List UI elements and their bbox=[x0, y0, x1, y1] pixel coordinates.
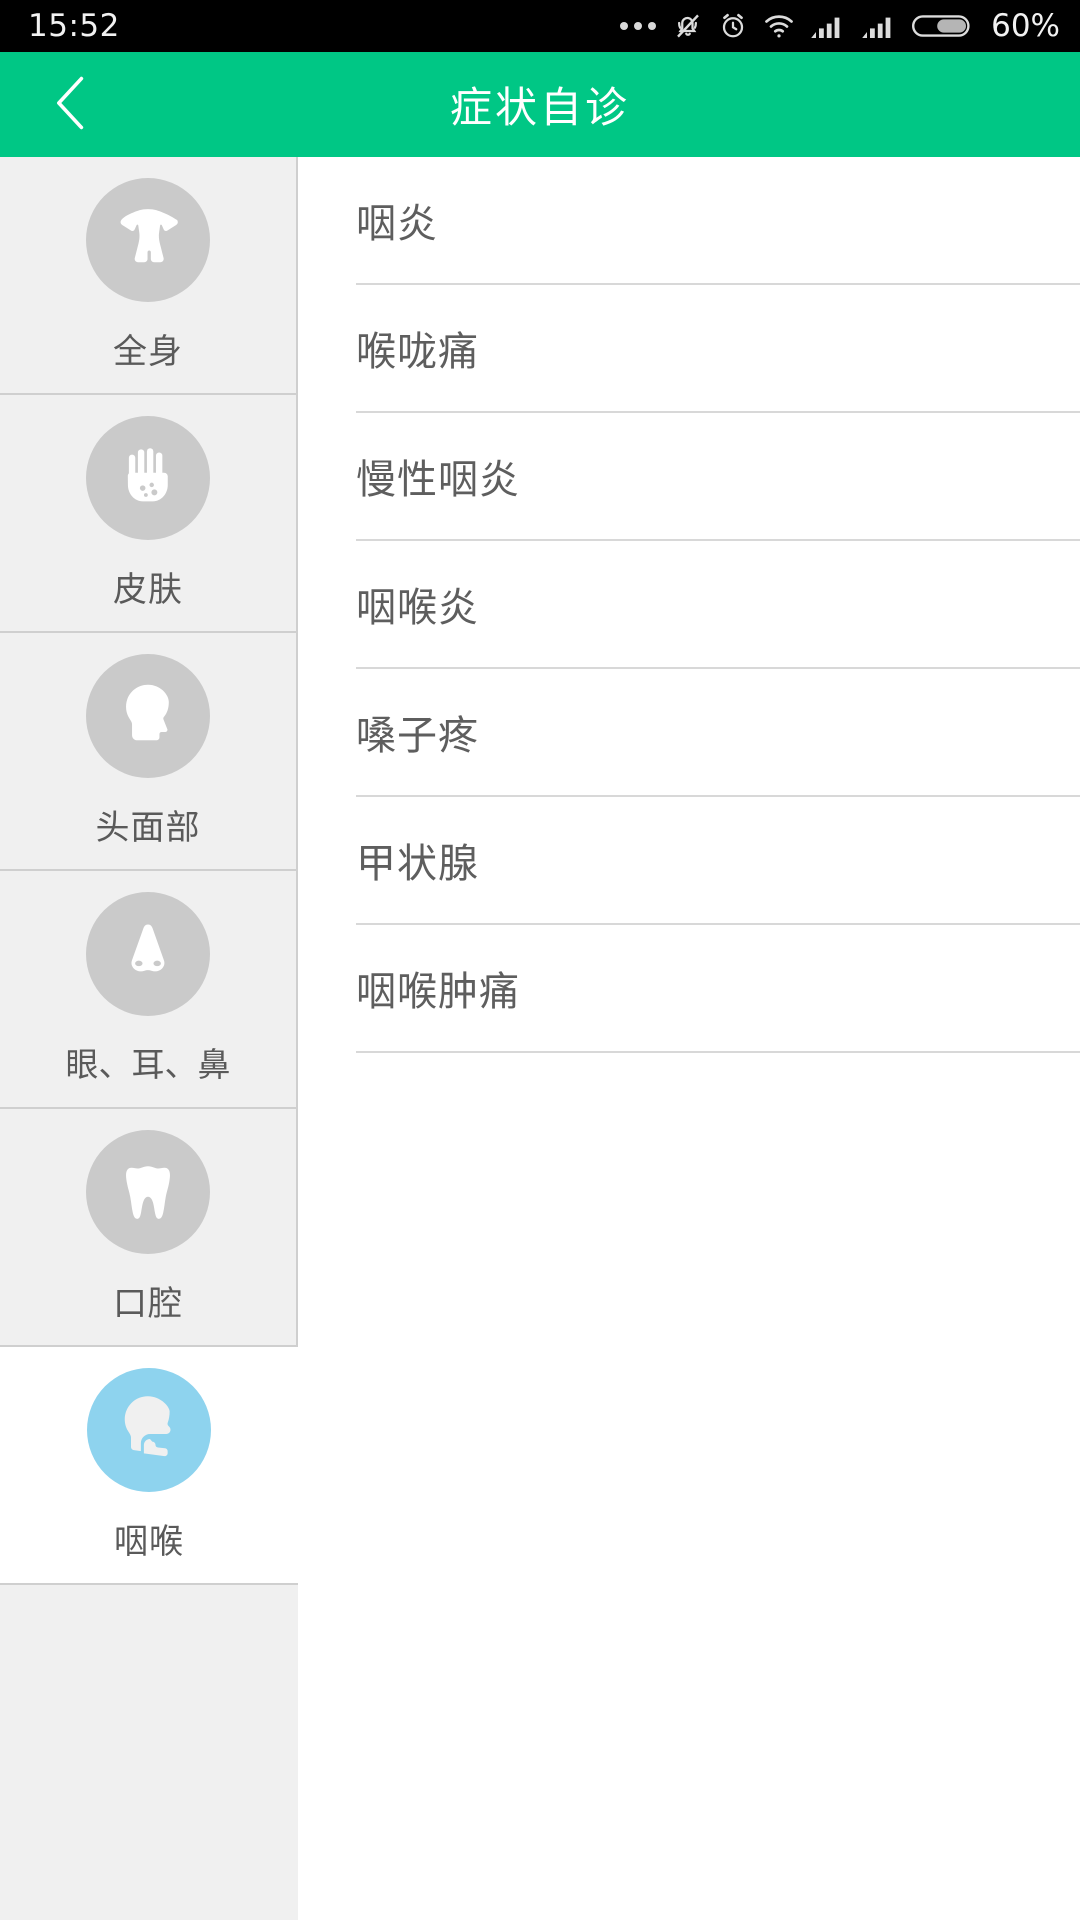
list-item-label: 咽炎 bbox=[356, 201, 438, 247]
page-title: 症状自诊 bbox=[449, 83, 630, 132]
signal-bars-icon bbox=[861, 11, 897, 41]
list-item-label: 甲状腺 bbox=[356, 841, 479, 887]
back-button[interactable] bbox=[26, 52, 118, 157]
sidebar-item-throat[interactable]: 咽喉 bbox=[0, 1347, 298, 1585]
app-root: 15:52 60% 症状自诊 全身 皮肤 头面部 眼、耳、鼻 口腔 咽喉 咽炎 … bbox=[0, 0, 1080, 1920]
list-item-label: 咽喉炎 bbox=[356, 585, 479, 631]
list-item-label: 嗓子疼 bbox=[356, 713, 479, 759]
list-item[interactable]: 甲状腺 bbox=[356, 797, 1080, 925]
battery-percent-label: 60% bbox=[991, 8, 1060, 44]
list-item-label: 慢性咽炎 bbox=[356, 457, 520, 503]
sidebar-item-label: 全身 bbox=[113, 331, 183, 372]
tooth-icon bbox=[86, 1129, 210, 1254]
content-area: 全身 皮肤 头面部 眼、耳、鼻 口腔 咽喉 咽炎 喉咙痛 慢性咽炎 咽喉炎 嗓子… bbox=[0, 157, 1080, 1920]
sidebar-item-label: 口腔 bbox=[113, 1283, 183, 1324]
sidebar-item-eye-ear-nose[interactable]: 眼、耳、鼻 bbox=[0, 871, 298, 1109]
battery-icon bbox=[912, 11, 972, 41]
hand-rash-icon bbox=[86, 415, 210, 540]
more-dots-icon bbox=[620, 22, 657, 30]
list-item-label: 喉咙痛 bbox=[356, 329, 479, 375]
list-item-label: 咽喉肿痛 bbox=[356, 969, 520, 1015]
head-profile-icon bbox=[86, 653, 210, 778]
sidebar-item-oral[interactable]: 口腔 bbox=[0, 1109, 298, 1347]
throat-head-icon bbox=[87, 1367, 211, 1492]
list-item[interactable]: 嗓子疼 bbox=[356, 669, 1080, 797]
chevron-left-icon bbox=[49, 71, 95, 139]
list-item[interactable]: 慢性咽炎 bbox=[356, 413, 1080, 541]
torso-body-icon bbox=[86, 177, 210, 302]
nose-icon bbox=[86, 892, 210, 1016]
sidebar-item-label: 眼、耳、鼻 bbox=[65, 1045, 231, 1084]
sidebar-item-whole-body[interactable]: 全身 bbox=[0, 157, 298, 395]
list-item[interactable]: 咽炎 bbox=[356, 157, 1080, 285]
wifi-icon bbox=[763, 10, 795, 42]
symptom-list: 咽炎 喉咙痛 慢性咽炎 咽喉炎 嗓子疼 甲状腺 咽喉肿痛 bbox=[298, 157, 1080, 1920]
list-item[interactable]: 咽喉炎 bbox=[356, 541, 1080, 669]
alarm-clock-icon bbox=[718, 10, 748, 42]
sidebar-item-label: 头面部 bbox=[95, 807, 201, 848]
list-item[interactable]: 喉咙痛 bbox=[356, 285, 1080, 413]
status-bar: 15:52 60% bbox=[0, 0, 1080, 52]
list-item[interactable]: 咽喉肿痛 bbox=[356, 925, 1080, 1053]
sidebar-item-head-face[interactable]: 头面部 bbox=[0, 633, 298, 871]
sidebar-item-label: 皮肤 bbox=[113, 569, 183, 610]
sidebar-item-skin[interactable]: 皮肤 bbox=[0, 395, 298, 633]
app-header: 症状自诊 bbox=[0, 52, 1080, 157]
signal-bars-icon bbox=[810, 11, 846, 41]
sidebar-item-label: 咽喉 bbox=[114, 1521, 184, 1562]
status-clock: 15:52 bbox=[28, 8, 120, 44]
status-icon-tray: 60% bbox=[620, 8, 1060, 44]
category-sidebar[interactable]: 全身 皮肤 头面部 眼、耳、鼻 口腔 咽喉 bbox=[0, 157, 298, 1920]
bell-muted-icon bbox=[673, 10, 703, 42]
